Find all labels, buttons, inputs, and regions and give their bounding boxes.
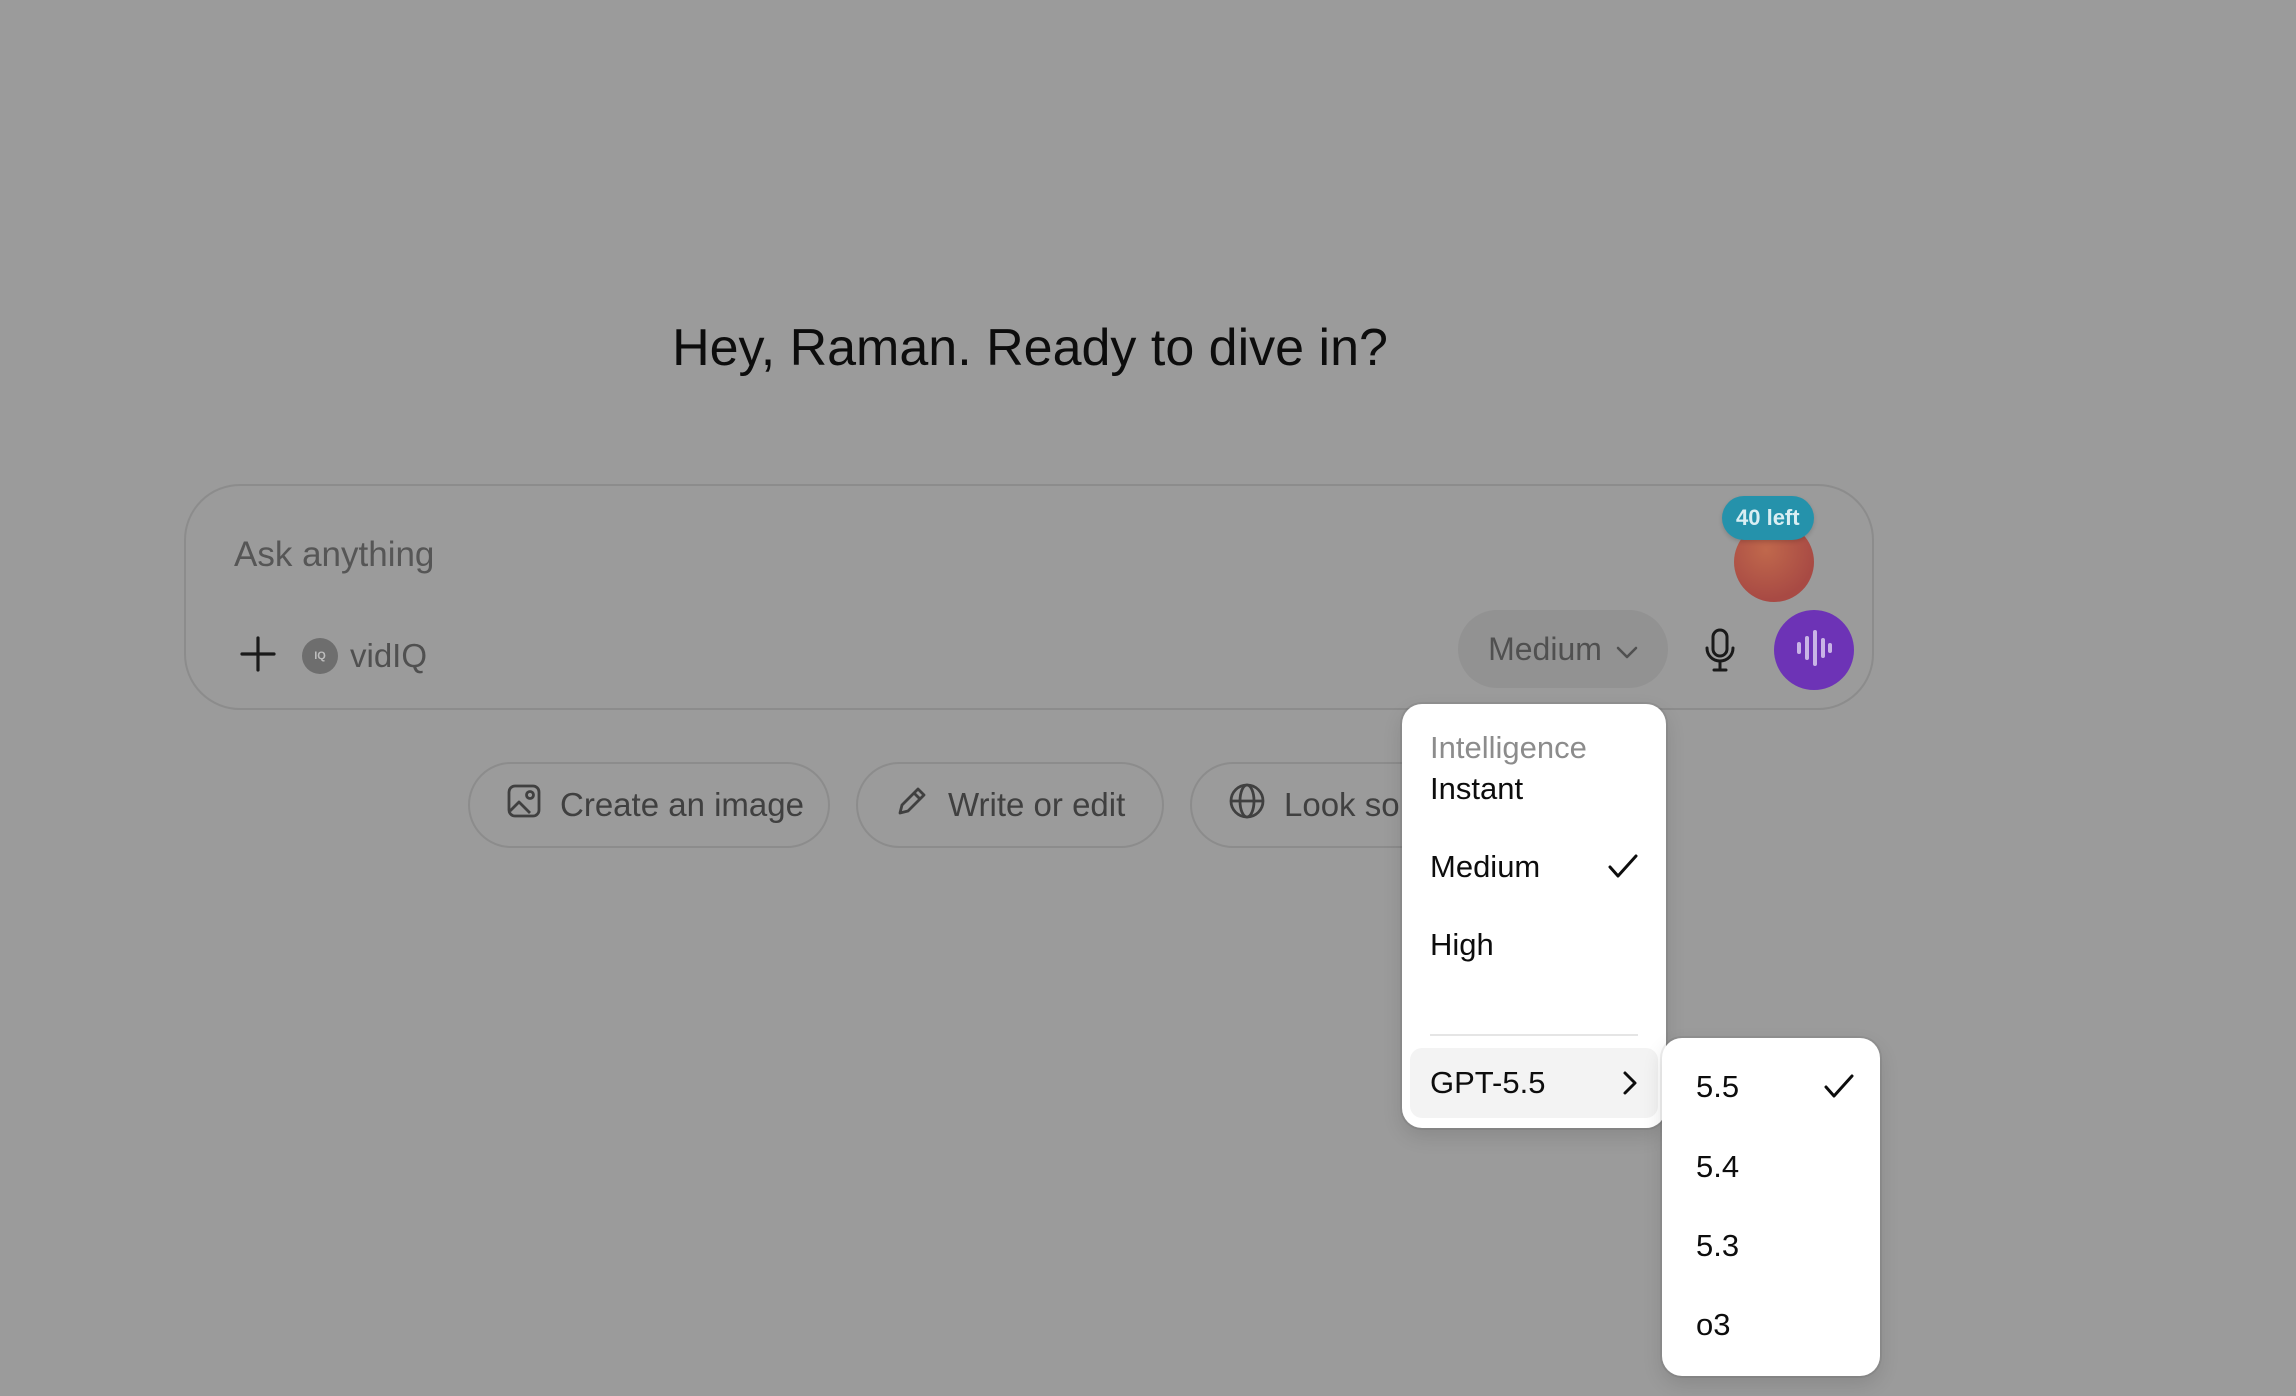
- model-selector-button[interactable]: Medium: [1458, 610, 1668, 688]
- chevron-down-icon: [1616, 631, 1638, 668]
- voice-mode-button[interactable]: [1774, 610, 1854, 690]
- checkmark-icon: [1824, 1074, 1854, 1100]
- write-edit-chip[interactable]: Write or edit: [856, 762, 1164, 848]
- voice-wave-icon: [1794, 629, 1834, 671]
- globe-icon: [1228, 782, 1266, 828]
- ask-input[interactable]: [232, 524, 1436, 586]
- menu-item-label: GPT-5.5: [1430, 1065, 1546, 1100]
- version-label: 5.3: [1696, 1228, 1740, 1263]
- composer: IQ vidIQ Medium 40 left: [184, 484, 1874, 710]
- version-label: o3: [1696, 1307, 1731, 1342]
- menu-item-model[interactable]: GPT-5.5: [1410, 1048, 1658, 1118]
- vidiq-logo-icon: IQ: [302, 638, 338, 674]
- version-item-5-5[interactable]: 5.5: [1670, 1052, 1872, 1122]
- version-label: 5.5: [1696, 1069, 1740, 1104]
- usage-badge: 40 left: [1722, 496, 1814, 540]
- vidiq-label: vidIQ: [350, 637, 428, 674]
- menu-item-medium[interactable]: Medium: [1410, 832, 1658, 902]
- menu-item-high[interactable]: High: [1410, 910, 1658, 980]
- model-version-submenu: 5.5 5.4 5.3 o3: [1662, 1038, 1880, 1376]
- version-item-o3[interactable]: o3: [1670, 1290, 1872, 1360]
- menu-divider: [1430, 1034, 1638, 1036]
- greeting-heading: Hey, Raman. Ready to dive in?: [672, 319, 1388, 377]
- menu-item-label: Medium: [1430, 849, 1541, 884]
- pencil-icon: [894, 783, 930, 827]
- chip-label: Write or edit: [948, 786, 1126, 823]
- vidiq-extension-button[interactable]: IQ vidIQ: [302, 632, 427, 680]
- create-image-chip[interactable]: Create an image: [468, 762, 830, 848]
- dictate-button[interactable]: [1692, 624, 1748, 680]
- image-icon: [506, 783, 542, 827]
- version-item-5-3[interactable]: 5.3: [1670, 1211, 1872, 1281]
- checkmark-icon: [1608, 854, 1638, 880]
- add-attachment-button[interactable]: [226, 624, 290, 688]
- version-label: 5.4: [1696, 1149, 1740, 1184]
- model-selector-label: Medium: [1488, 630, 1602, 667]
- microphone-icon: [1703, 628, 1737, 677]
- intelligence-menu: Intelligence Instant Medium High GPT-5.5: [1402, 704, 1666, 1128]
- menu-item-label: Instant: [1430, 771, 1524, 806]
- version-item-5-4[interactable]: 5.4: [1670, 1132, 1872, 1202]
- menu-item-label: High: [1430, 927, 1494, 962]
- menu-item-instant[interactable]: Instant: [1410, 754, 1658, 824]
- chevron-right-icon: [1622, 1070, 1638, 1096]
- plus-icon: [238, 634, 278, 679]
- chip-label: Create an image: [560, 786, 804, 823]
- chip-label: Look so: [1284, 786, 1400, 823]
